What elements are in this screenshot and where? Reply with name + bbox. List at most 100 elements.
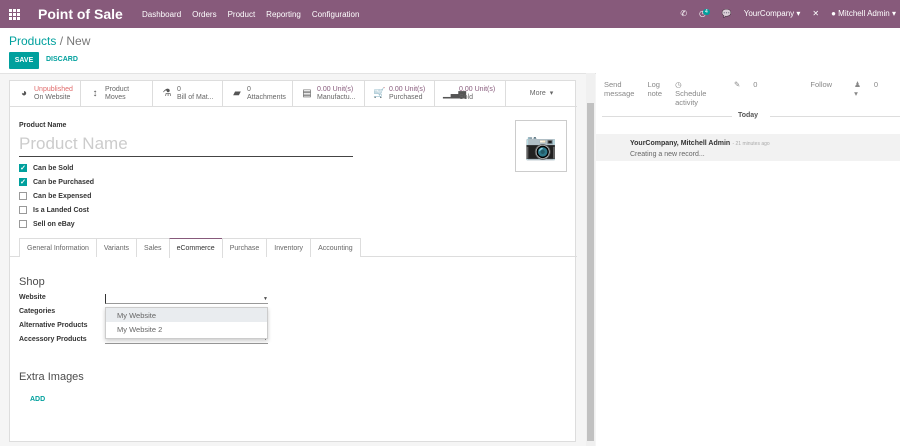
checkbox-can-be-purchased[interactable]: ✓ Can be Purchased [19,178,94,186]
website-dropdown: My Website My Website 2 [105,307,268,339]
categories-label: Categories [19,308,56,315]
button-label: Purchased [389,94,423,101]
shop-section-title: Shop [19,276,45,288]
checkbox-can-be-expensed[interactable]: Can be Expensed [19,192,91,200]
message-body: Creating a new record... [630,151,705,158]
button-label: Manufactu... [317,94,356,101]
schedule-activity-button[interactable]: ◷ Schedule activity [675,80,721,107]
purchased-button[interactable]: 🛒 0.00 Unit(s) Purchased [365,81,435,107]
button-label: Attachments [247,94,286,101]
menu-reporting[interactable]: Reporting [266,10,301,19]
website-label: Website [19,294,46,301]
button-label: On Website [34,94,71,101]
menu-configuration[interactable]: Configuration [312,10,360,19]
user-icon: ♟ [854,80,861,89]
followers-count: 0 [873,80,878,89]
paperclip-icon: ✎ [733,80,741,89]
breadcrumb: Products / New [9,34,91,48]
tab-inventory[interactable]: Inventory [266,238,312,257]
button-value: Product [105,86,130,93]
button-value: 0 [247,86,251,93]
chat-icon[interactable]: 💬 [722,9,732,18]
tab-ecommerce[interactable]: eCommerce [168,238,223,258]
message-author[interactable]: YourCompany, Mitchell Admin [630,140,730,147]
checkbox-can-be-sold[interactable]: ✓ Can be Sold [19,164,73,172]
chatter-message: YourCompany, Mitchell Admin - 21 minutes… [596,134,900,161]
sold-button[interactable]: ▁▃▅ 0.00 Unit(s) Sold [435,81,506,107]
button-value: 0 [177,86,181,93]
scrollbar-thumb[interactable] [587,103,594,441]
log-note-button[interactable]: Log note [647,80,662,107]
button-value: 0.00 Unit(s) [317,86,354,93]
phone-icon[interactable]: ✆ [680,9,687,18]
followers-button[interactable]: ♟ 0 ▾ [854,80,891,107]
checkbox[interactable] [19,220,27,228]
button-label: Sold [459,94,474,101]
tab-variants[interactable]: Variants [95,238,138,257]
breadcrumb-products[interactable]: Products [9,34,56,48]
product-image-upload[interactable]: 📷 [515,120,567,172]
option-my-website-2[interactable]: My Website 2 [106,322,267,336]
product-moves-button[interactable]: ↕ Product Moves [81,81,153,107]
website-publish-button[interactable]: ◕ Unpublished On Website [10,81,81,107]
menu-dashboard[interactable]: Dashboard [142,10,181,19]
save-button[interactable]: SAVE [9,52,39,69]
message-time: - 21 minutes ago [732,141,770,147]
extra-images-title: Extra Images [19,371,84,383]
checkbox[interactable] [19,192,27,200]
checkbox-label: Sell on eBay [33,220,75,228]
attachment-count-button[interactable]: ✎ 0 [734,80,770,107]
checkbox-landed-cost[interactable]: Is a Landed Cost [19,206,89,214]
button-value: 0.00 Unit(s) [389,86,426,93]
clock-icon: ◷ [675,80,682,89]
tab-sales[interactable]: Sales [136,238,170,257]
follow-button[interactable]: Follow [810,80,832,107]
flask-icon: ⚗ [162,88,172,99]
company-name: YourCompany [743,9,795,18]
debug-tools-icon[interactable]: ✕ [812,9,819,18]
more-button[interactable]: More ▾ [506,81,577,107]
website-select[interactable]: ▼ [105,294,268,304]
manufactured-button[interactable]: ▤ 0.00 Unit(s) Manufactu... [293,81,365,107]
tab-purchase[interactable]: Purchase [221,238,268,257]
activity-badge: 4 [703,9,710,15]
menu-orders[interactable]: Orders [192,10,216,19]
bar-chart-icon: ▁▃▅ [443,88,467,99]
checkbox-sell-on-ebay[interactable]: Sell on eBay [19,220,75,228]
discard-button[interactable]: DISCARD [46,56,78,63]
menu-product[interactable]: Product [228,10,256,19]
attachments-button[interactable]: ▰ 0 Attachments [223,81,293,107]
user-name: Mitchell Admin [838,9,890,18]
button-value: 0.00 Unit(s) [459,86,496,93]
form-scrollbar[interactable] [586,73,595,446]
tab-accounting[interactable]: Accounting [310,238,361,257]
book-icon: ▰ [233,88,241,99]
send-message-button[interactable]: Send message [604,80,634,107]
option-my-website[interactable]: My Website [106,308,267,322]
chatter: Send message Log note ◷ Schedule activit… [596,73,900,446]
activity-icon[interactable]: ◷4 [699,9,710,18]
checkbox-label: Is a Landed Cost [33,206,90,214]
button-label: Moves [105,94,126,101]
bom-button[interactable]: ⚗ 0 Bill of Mat... [153,81,223,107]
date-separator: Today [596,112,900,119]
button-label: Bill of Mat... [177,94,214,101]
checkbox[interactable]: ✓ [19,164,27,172]
form-sheet: ◕ Unpublished On Website ↕ Product Moves ⚗ 0 B… [9,80,577,442]
notebook-tabs: General Information Variants Sales eComm… [10,238,577,258]
checkbox[interactable]: ✓ [19,178,27,186]
apps-menu-icon[interactable] [9,9,20,20]
arrows-v-icon: ↕ [92,88,98,99]
add-image-button[interactable]: ADD [30,396,45,403]
camera-plus-icon: 📷 [524,130,558,161]
attachment-count: 0 [753,80,758,89]
checkbox[interactable] [19,206,27,214]
shopping-cart-icon: 🛒 [373,88,386,99]
product-name-input[interactable]: Product Name [19,134,353,157]
alternative-products-label: Alternative Products [19,322,88,329]
tab-general-information[interactable]: General Information [19,238,97,257]
user-menu[interactable]: ● Mitchell Admin ▾ [831,9,896,18]
company-switcher[interactable]: YourCompany ▾ [744,9,801,18]
app-title[interactable]: Point of Sale [38,6,123,22]
button-value: Unpublished [34,86,73,93]
